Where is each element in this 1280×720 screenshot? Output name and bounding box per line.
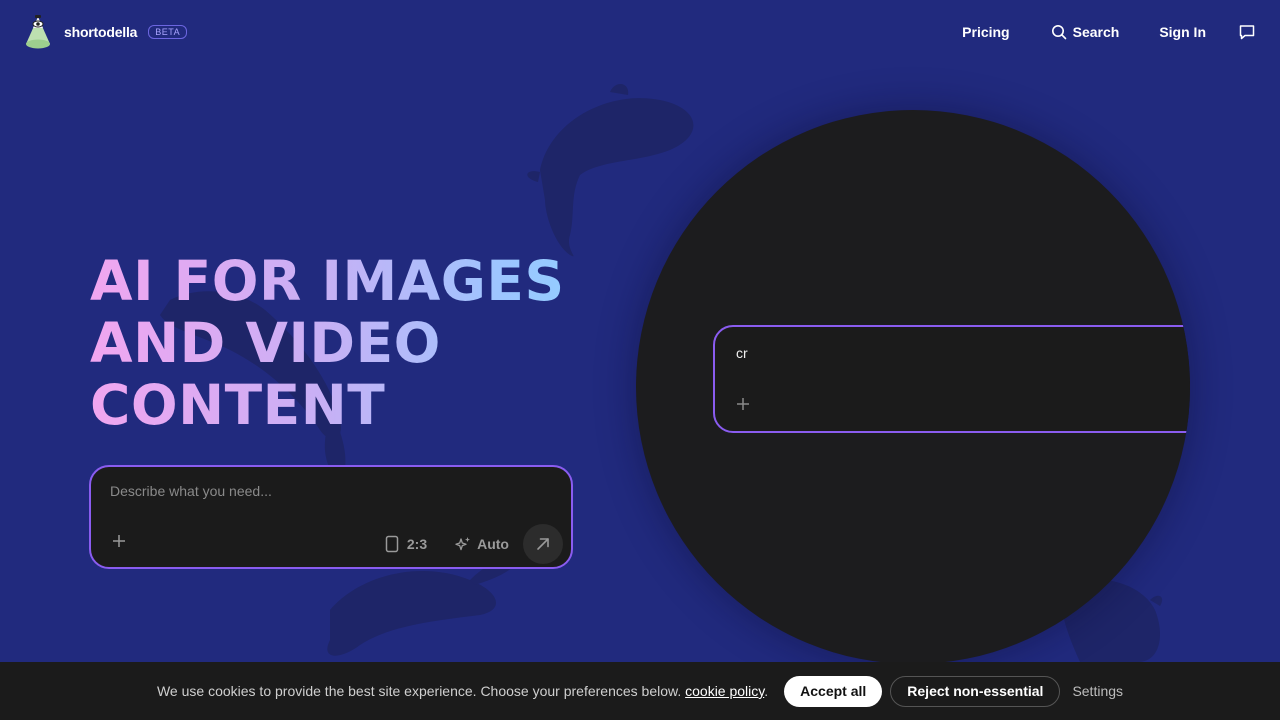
beta-badge: BETA <box>148 25 188 39</box>
hero-title: AI FOR IMAGES AND VIDEO CONTENT <box>90 250 610 436</box>
search-icon <box>1051 25 1066 40</box>
aspect-ratio-value: 2:3 <box>406 536 428 552</box>
chat-button[interactable] <box>1236 21 1258 43</box>
sparkle-icon <box>455 537 471 551</box>
cookie-message-period: . <box>764 683 769 699</box>
reject-non-essential-button[interactable]: Reject non-essential <box>890 675 1061 707</box>
accept-all-button[interactable]: Accept all <box>784 675 883 707</box>
plus-icon <box>113 535 125 547</box>
hero-title-line-3: CONTENT <box>90 374 610 436</box>
top-navigation-bar: shortodella BETA Pricing Search Sign In <box>0 0 1280 64</box>
search-link[interactable]: Search <box>1051 24 1120 40</box>
brand-name: shortodella <box>64 24 138 40</box>
search-label: Search <box>1072 24 1120 40</box>
sign-in-label: Sign In <box>1159 24 1206 40</box>
aspect-ratio-selector[interactable]: 2:3 <box>385 535 427 553</box>
chat-icon <box>1239 25 1255 40</box>
cookie-settings-button[interactable]: Settings <box>1072 683 1123 699</box>
model-selector[interactable]: Auto <box>455 536 509 552</box>
brand[interactable]: shortodella BETA <box>22 14 188 50</box>
pricing-link[interactable]: Pricing <box>962 24 1009 40</box>
hero-title-line-1: AI FOR IMAGES <box>90 250 610 312</box>
prompt-box: 2:3 Auto <box>89 465 573 569</box>
main-nav: Pricing Search Sign In <box>962 21 1258 43</box>
hero-title-line-2: AND VIDEO <box>90 312 610 374</box>
cookie-message-text: We use cookies to provide the best site … <box>156 683 682 699</box>
preview-add-button <box>733 394 753 414</box>
arrow-up-right-icon <box>537 538 549 550</box>
prompt-input[interactable] <box>110 481 550 501</box>
plus-icon <box>737 398 749 410</box>
preview-circle: cr <box>636 110 1190 664</box>
sign-in-link[interactable]: Sign In <box>1159 24 1206 40</box>
model-value: Auto <box>477 536 509 552</box>
preview-prompt-box: cr <box>713 325 1190 433</box>
cookie-policy-link[interactable]: cookie policy <box>685 683 764 699</box>
preview-typed-text: cr <box>736 345 748 361</box>
submit-button[interactable] <box>523 524 563 564</box>
portrait-frame-icon <box>385 535 399 553</box>
cookie-message: We use cookies to provide the best site … <box>157 683 768 699</box>
prompt-tools: 2:3 Auto <box>385 524 563 564</box>
add-attachment-button[interactable] <box>109 531 129 551</box>
cookie-banner: We use cookies to provide the best site … <box>0 662 1280 720</box>
pricing-label: Pricing <box>962 24 1010 40</box>
logo-icon <box>26 15 50 49</box>
